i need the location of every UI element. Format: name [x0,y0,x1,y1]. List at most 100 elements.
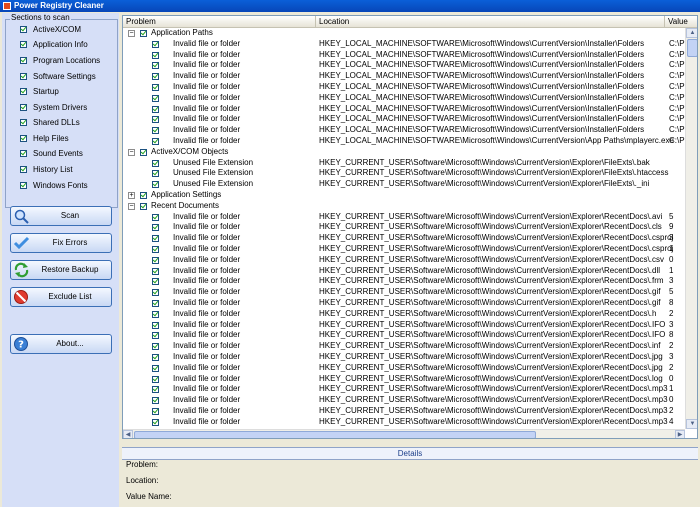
table-row[interactable]: Invalid file or folder HKEY_CURRENT_USER\… [123,320,685,331]
row-checkbox[interactable] [152,83,159,91]
table-row[interactable]: Invalid file or folder HKEY_CURRENT_USER\… [123,266,685,277]
row-checkbox[interactable] [152,321,159,329]
table-row[interactable]: Unused File Extension HKEY_CURRENT_USER\S… [123,158,685,169]
fix-errors-button[interactable]: Fix Errors [10,233,112,253]
row-checkbox[interactable] [152,73,159,81]
row-checkbox[interactable] [152,159,159,167]
table-row[interactable]: Invalid file or folder HKEY_LOCAL_MACHINE… [123,104,685,115]
table-row[interactable]: Unused File Extension HKEY_CURRENT_USER\S… [123,179,685,190]
row-checkbox[interactable] [152,116,159,124]
table-row[interactable]: Invalid file or folder HKEY_CURRENT_USER\… [123,352,685,363]
section-checkbox[interactable] [20,41,27,48]
results-list[interactable]: Problem Location Value − Application Path… [122,15,698,439]
table-row[interactable]: Invalid file or folder HKEY_LOCAL_MACHINE… [123,50,685,61]
row-checkbox[interactable] [152,310,159,318]
row-checkbox[interactable] [152,137,159,145]
table-row[interactable]: Invalid file or folder HKEY_LOCAL_MACHINE… [123,39,685,50]
column-location[interactable]: Location [316,16,665,27]
table-row[interactable]: Invalid file or folder HKEY_CURRENT_USER\… [123,384,685,395]
section-checkbox[interactable] [20,57,27,64]
collapse-icon[interactable]: − [128,148,135,156]
row-checkbox[interactable] [152,256,159,264]
horizontal-scroll-thumb[interactable] [134,431,536,438]
row-checkbox[interactable] [152,245,159,253]
row-checkbox[interactable] [152,224,159,232]
row-checkbox[interactable] [152,407,159,415]
table-row[interactable]: Invalid file or folder HKEY_LOCAL_MACHINE… [123,82,685,93]
table-row[interactable]: Invalid file or folder HKEY_CURRENT_USER\… [123,244,685,255]
table-row[interactable]: Invalid file or folder HKEY_CURRENT_USER\… [123,222,685,233]
collapse-icon[interactable]: − [128,202,135,210]
section-checkbox[interactable] [20,26,27,33]
table-row[interactable]: Invalid file or folder HKEY_CURRENT_USER\… [123,309,685,320]
scroll-up-arrow-icon[interactable]: ▲ [686,28,697,38]
section-checkbox[interactable] [20,166,27,173]
group-checkbox[interactable] [140,191,147,199]
table-row[interactable]: Invalid file or folder HKEY_LOCAL_MACHINE… [123,136,685,147]
vertical-scroll-thumb[interactable] [687,39,697,57]
about-button[interactable]: ? About... [10,334,112,354]
row-checkbox[interactable] [152,51,159,59]
expand-icon[interactable]: + [128,191,135,199]
horizontal-scrollbar[interactable]: ◀ ▶ [123,429,685,438]
row-checkbox[interactable] [152,40,159,48]
table-row[interactable]: Invalid file or folder HKEY_CURRENT_USER\… [123,212,685,223]
row-checkbox[interactable] [152,353,159,361]
row-checkbox[interactable] [152,375,159,383]
section-checkbox[interactable] [20,135,27,142]
row-checkbox[interactable] [152,181,159,189]
table-row[interactable]: Unused File Extension HKEY_CURRENT_USER\S… [123,168,685,179]
row-checkbox[interactable] [152,332,159,340]
group-checkbox[interactable] [140,30,147,37]
table-row[interactable]: Invalid file or folder HKEY_CURRENT_USER\… [123,374,685,385]
table-row[interactable]: Invalid file or folder HKEY_CURRENT_USER\… [123,298,685,309]
row-checkbox[interactable] [152,170,159,178]
scroll-right-arrow-icon[interactable]: ▶ [675,430,685,438]
vertical-scrollbar[interactable]: ▲ ▼ [685,28,697,429]
row-checkbox[interactable] [152,299,159,307]
table-row[interactable]: Invalid file or folder HKEY_LOCAL_MACHINE… [123,71,685,82]
table-row[interactable]: Invalid file or folder HKEY_LOCAL_MACHINE… [123,114,685,125]
table-row[interactable]: Invalid file or folder HKEY_CURRENT_USER\… [123,276,685,287]
row-checkbox[interactable] [152,397,159,405]
tree-group-row[interactable]: + Application Settings [123,190,685,201]
row-checkbox[interactable] [152,267,159,275]
table-row[interactable]: Invalid file or folder HKEY_CURRENT_USER\… [123,330,685,341]
section-checkbox[interactable] [20,104,27,111]
table-row[interactable]: Invalid file or folder HKEY_CURRENT_USER\… [123,395,685,406]
section-checkbox[interactable] [20,150,27,157]
table-row[interactable]: Invalid file or folder HKEY_CURRENT_USER\… [123,255,685,266]
collapse-icon[interactable]: − [128,30,135,37]
row-checkbox[interactable] [152,386,159,394]
table-row[interactable]: Invalid file or folder HKEY_CURRENT_USER\… [123,233,685,244]
row-checkbox[interactable] [152,213,159,221]
row-checkbox[interactable] [152,127,159,135]
tree-group-row[interactable]: − Application Paths [123,28,685,39]
section-checkbox[interactable] [20,88,27,95]
scroll-left-arrow-icon[interactable]: ◀ [123,430,133,438]
row-checkbox[interactable] [152,289,159,297]
row-checkbox[interactable] [152,105,159,113]
table-row[interactable]: Invalid file or folder HKEY_LOCAL_MACHINE… [123,93,685,104]
table-row[interactable]: Invalid file or folder HKEY_CURRENT_USER\… [123,406,685,417]
section-checkbox[interactable] [20,119,27,126]
column-problem[interactable]: Problem [123,16,316,27]
section-checkbox[interactable] [20,182,27,189]
row-checkbox[interactable] [152,62,159,70]
row-checkbox[interactable] [152,278,159,286]
tree-group-row[interactable]: − Recent Documents [123,201,685,212]
table-row[interactable]: Invalid file or folder HKEY_LOCAL_MACHINE… [123,125,685,136]
row-checkbox[interactable] [152,235,159,243]
table-row[interactable]: Invalid file or folder HKEY_CURRENT_USER\… [123,363,685,374]
restore-backup-button[interactable]: Restore Backup [10,260,112,280]
group-checkbox[interactable] [140,202,147,210]
table-row[interactable]: Invalid file or folder HKEY_CURRENT_USER\… [123,287,685,298]
group-checkbox[interactable] [140,148,147,156]
exclude-list-button[interactable]: Exclude List [10,287,112,307]
table-row[interactable]: Invalid file or folder HKEY_CURRENT_USER\… [123,341,685,352]
tree-group-row[interactable]: − ActiveX/COM Objects [123,147,685,158]
scroll-down-arrow-icon[interactable]: ▼ [686,419,697,429]
table-row[interactable]: Invalid file or folder HKEY_CURRENT_USER\… [123,417,685,428]
row-checkbox[interactable] [152,364,159,372]
scan-button[interactable]: Scan [10,206,112,226]
